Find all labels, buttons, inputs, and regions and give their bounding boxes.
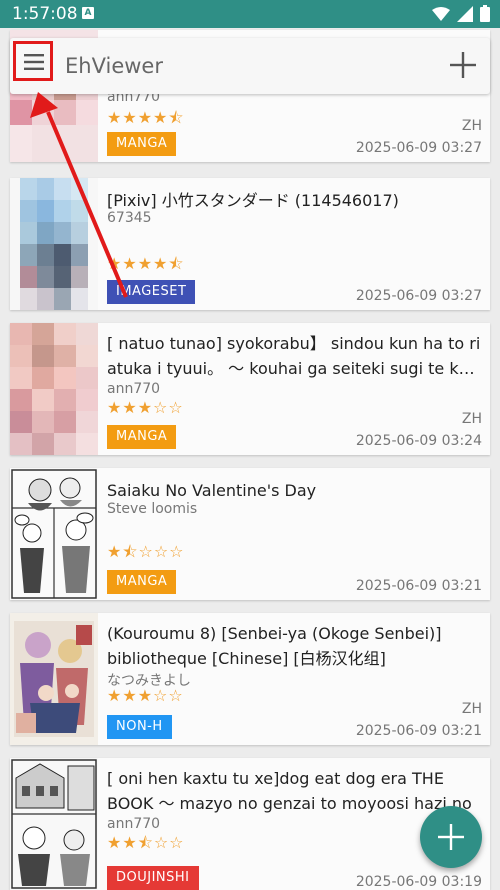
gallery-title: [ oni hen kaxtu tu xe]dog eat dog era TH… xyxy=(107,769,472,813)
plus-icon xyxy=(450,52,476,78)
search-toolbar: EhViewer xyxy=(10,38,490,94)
gallery-date: 2025-06-09 03:27 xyxy=(355,288,482,304)
gallery-card[interactable]: (Kouroumu 8) [Senbei-ya (Okoge Senbei)] … xyxy=(10,613,490,745)
gallery-thumbnail[interactable] xyxy=(10,323,98,455)
gallery-rating: ★★⯪☆☆ xyxy=(107,833,185,852)
gallery-card[interactable]: [Pixiv] 小竹スタンダード (114546017) 67345 ★★★★⯪… xyxy=(10,178,490,310)
category-badge: NON-H xyxy=(107,715,172,739)
gallery-title: (Kouroumu 8) [Senbei-ya (Okoge Senbei)] … xyxy=(107,624,442,668)
gallery-title: [Pixiv] 小竹スタンダード (114546017) xyxy=(107,191,399,210)
menu-button[interactable] xyxy=(13,41,53,81)
gallery-language: ZH xyxy=(461,701,482,717)
category-badge: IMAGESET xyxy=(107,280,196,304)
battery-icon xyxy=(480,5,490,22)
gallery-date: 2025-06-09 03:21 xyxy=(355,578,482,594)
notification-a-icon: A xyxy=(82,7,94,19)
gallery-uploader: Steve loomis xyxy=(107,501,198,517)
gallery-uploader: 67345 xyxy=(107,210,152,226)
gallery-card[interactable]: Saiaku No Valentine's Day Steve loomis ★… xyxy=(10,468,490,600)
gallery-uploader: ann770 xyxy=(107,816,161,832)
gallery-card[interactable]: [ oni hen kaxtu tu xe]dog eat dog era TH… xyxy=(10,758,490,890)
gallery-rating: ★★★★⯪ xyxy=(107,108,185,127)
gallery-rating: ★★★★⯪ xyxy=(107,254,185,273)
category-badge: DOUJINSHI xyxy=(107,866,199,890)
gallery-date: 2025-06-09 03:21 xyxy=(355,723,482,739)
plus-icon xyxy=(438,824,464,850)
gallery-date: 2025-06-09 03:27 xyxy=(355,140,482,156)
category-badge: MANGA xyxy=(107,132,177,156)
wifi-icon xyxy=(432,6,450,21)
status-time: 1:57:08 xyxy=(12,4,78,24)
gallery-language: ZH xyxy=(461,118,482,134)
gallery-thumbnail[interactable] xyxy=(10,468,98,600)
gallery-title: [ natuo tunao] syokorabu】 sindou kun ha … xyxy=(107,334,481,378)
gallery-language: ZH xyxy=(461,411,482,427)
gallery-thumbnail[interactable] xyxy=(10,613,98,745)
gallery-thumbnail[interactable] xyxy=(10,758,98,890)
status-bar: 1:57:08 A xyxy=(0,0,500,28)
gallery-date: 2025-06-09 03:24 xyxy=(355,433,482,449)
category-badge: MANGA xyxy=(107,425,177,449)
fab-add-button[interactable] xyxy=(420,806,482,868)
gallery-thumbnail[interactable] xyxy=(10,178,98,310)
gallery-card[interactable]: [ natuo tunao] syokorabu】 sindou kun ha … xyxy=(10,323,490,455)
gallery-rating: ★⯪☆☆☆ xyxy=(107,542,185,561)
menu-icon xyxy=(24,54,44,70)
gallery-rating: ★★★☆☆ xyxy=(107,686,184,705)
gallery-title: Saiaku No Valentine's Day xyxy=(107,481,317,500)
app-title[interactable]: EhViewer xyxy=(65,54,163,78)
signal-icon xyxy=(457,5,473,22)
add-button[interactable] xyxy=(450,52,476,82)
category-badge: MANGA xyxy=(107,570,177,594)
gallery-uploader: ann770 xyxy=(107,381,161,397)
gallery-rating: ★★★☆☆ xyxy=(107,398,184,417)
